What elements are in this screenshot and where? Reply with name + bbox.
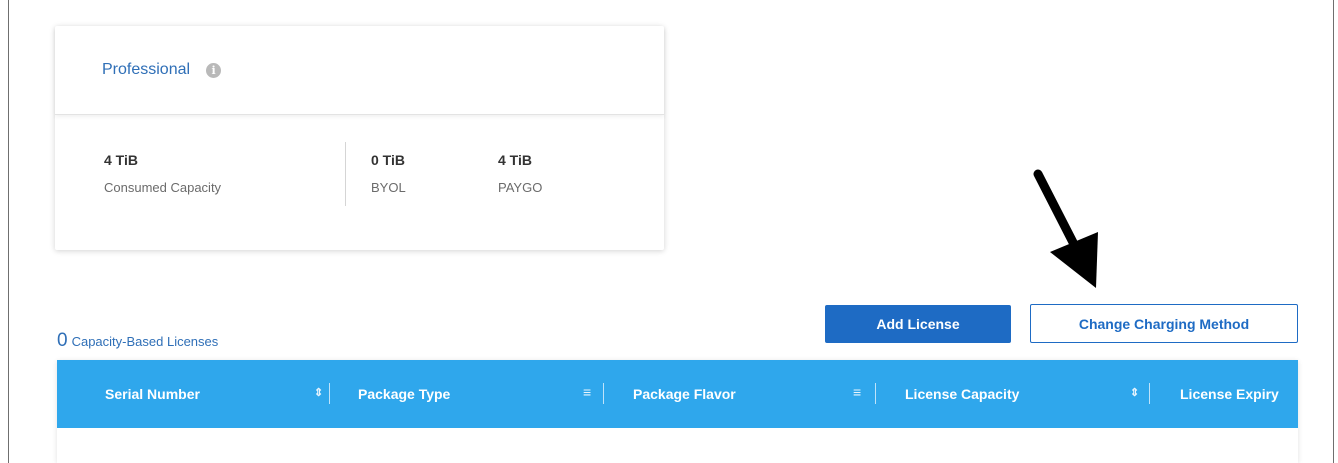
consumed-capacity-value: 4 TiB bbox=[104, 152, 138, 168]
column-header-serial-number[interactable]: Serial Number bbox=[105, 386, 200, 402]
add-license-button[interactable]: Add License bbox=[825, 305, 1011, 343]
paygo-label: PAYGO bbox=[498, 180, 543, 195]
column-separator bbox=[1149, 383, 1150, 404]
capacity-card: Professional i 4 TiB Consumed Capacity 0… bbox=[55, 26, 664, 250]
consumed-capacity-label: Consumed Capacity bbox=[104, 180, 222, 195]
table-header: Serial Number ⇕ Package Type ≡ Package F… bbox=[57, 360, 1298, 428]
licenses-count: 0 Capacity-Based Licenses bbox=[57, 330, 218, 352]
stat-divider bbox=[345, 142, 346, 206]
column-separator bbox=[329, 383, 330, 404]
card-title: Professional bbox=[102, 61, 191, 78]
column-separator bbox=[875, 383, 876, 404]
byol-stat: 0 TiB BYOL bbox=[371, 152, 406, 195]
licenses-count-label: Capacity-Based Licenses bbox=[71, 334, 219, 349]
licenses-table: Serial Number ⇕ Package Type ≡ Package F… bbox=[57, 360, 1298, 463]
column-separator bbox=[603, 383, 604, 404]
column-header-license-expiry[interactable]: License Expiry bbox=[1180, 386, 1279, 402]
annotation-arrow-icon bbox=[1033, 169, 1098, 288]
column-header-package-flavor[interactable]: Package Flavor bbox=[633, 386, 736, 402]
filter-icon[interactable]: ≡ bbox=[583, 384, 591, 400]
column-header-license-capacity[interactable]: License Capacity bbox=[905, 386, 1019, 402]
consumed-capacity-stat: 4 TiB Consumed Capacity bbox=[104, 152, 221, 195]
change-charging-method-button[interactable]: Change Charging Method bbox=[1030, 304, 1298, 343]
paygo-value: 4 TiB bbox=[498, 152, 532, 168]
sort-icon[interactable]: ⇕ bbox=[1130, 386, 1139, 399]
column-header-package-type[interactable]: Package Type bbox=[358, 386, 450, 402]
info-icon[interactable]: i bbox=[206, 62, 222, 78]
byol-label: BYOL bbox=[371, 180, 406, 195]
sort-icon[interactable]: ⇕ bbox=[314, 386, 323, 399]
byol-value: 0 TiB bbox=[371, 152, 405, 168]
filter-icon[interactable]: ≡ bbox=[853, 384, 861, 400]
paygo-stat: 4 TiB PAYGO bbox=[498, 152, 542, 195]
card-header: Professional i bbox=[55, 26, 664, 115]
licenses-count-number: 0 bbox=[57, 330, 68, 351]
